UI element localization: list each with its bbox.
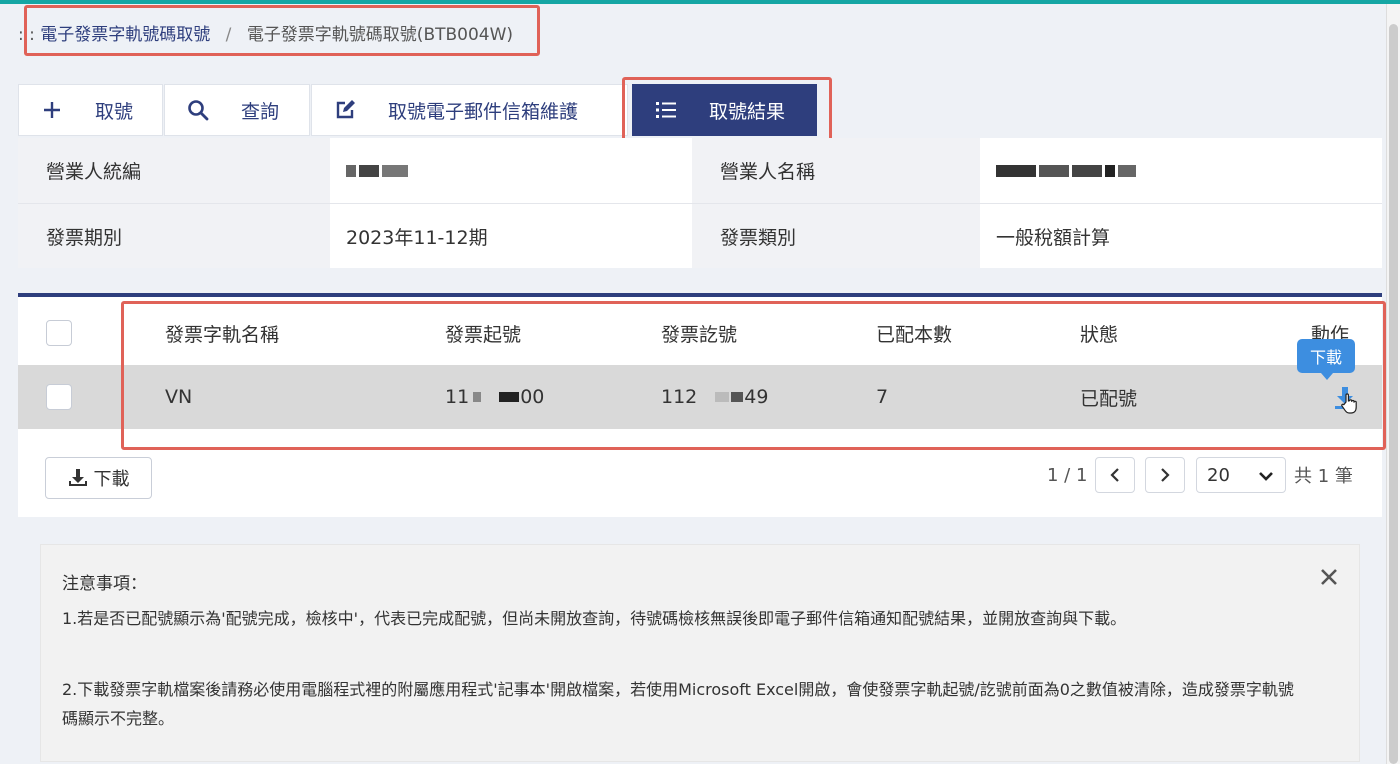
download-icon	[68, 469, 87, 486]
scrollbar[interactable]	[1386, 4, 1400, 764]
column-header-start-number: 發票起號	[445, 323, 522, 346]
tab-query[interactable]: 查詢	[164, 84, 310, 136]
tab-get-number[interactable]: 取號	[18, 84, 163, 136]
row-checkbox[interactable]	[46, 384, 72, 410]
table-header: 發票字軌名稱 發票起號 發票訖號 已配本數 狀態 動作	[18, 301, 1382, 365]
table-footer: 下載 1 / 1 20 共 1 筆	[18, 435, 1382, 517]
results-table-panel: 發票字軌名稱 發票起號 發票訖號 已配本數 狀態 動作 VN 11 00 112…	[18, 293, 1382, 517]
invoice-type-value: 一般稅額計算	[980, 203, 1382, 268]
start-number-cell: 11 00	[445, 365, 544, 429]
close-icon[interactable]	[1319, 567, 1339, 587]
total-count: 共 1 筆	[1294, 466, 1353, 487]
chevron-down-icon	[1259, 472, 1273, 481]
business-name-value	[980, 138, 1382, 203]
tab-email-maintenance-label: 取號電子郵件信箱維護	[388, 100, 579, 123]
booklet-count-cell: 7	[876, 386, 889, 408]
download-tooltip: 下載	[1297, 339, 1355, 380]
table-row: VN 11 00 112 49 7 已配號	[18, 365, 1382, 429]
redaction-mask	[1072, 164, 1102, 177]
redaction-mask	[1105, 164, 1115, 177]
redaction-mask	[346, 164, 356, 177]
plus-icon	[39, 100, 65, 120]
redaction-mask	[996, 164, 1036, 177]
notice-box: 注意事項： 1.若是否已配號顯示為'配號完成，檢核中'，代表已完成配號，但尚未開…	[40, 544, 1360, 762]
tab-results[interactable]: 取號結果	[632, 84, 817, 136]
notice-item-1: 1.若是否已配號顯示為'配號完成，檢核中'，代表已完成配號，但尚未開放查詢，待號…	[62, 609, 1127, 628]
status-cell: 已配號	[1080, 387, 1138, 410]
track-name-cell: VN	[165, 386, 193, 408]
breadcrumb-parent-link[interactable]: 電子發票字軌號碼取號	[40, 25, 210, 45]
column-header-end-number: 發票訖號	[661, 323, 738, 346]
column-header-track-name: 發票字軌名稱	[165, 323, 280, 346]
redaction-mask	[715, 392, 730, 402]
previous-page-button[interactable]	[1095, 457, 1135, 493]
page-size-select[interactable]: 20	[1196, 457, 1286, 493]
end-number-prefix: 112	[661, 386, 698, 408]
breadcrumb-current: 電子發票字軌號碼取號(BTB004W)	[246, 25, 514, 45]
start-number-prefix: 11	[445, 386, 470, 408]
breadcrumb: : : 電子發票字軌號碼取號 / 電子發票字軌號碼取號(BTB004W)	[18, 20, 513, 45]
redaction-mask	[473, 392, 482, 402]
search-icon	[185, 99, 211, 121]
redaction-mask	[731, 392, 744, 402]
select-all-checkbox[interactable]	[46, 320, 72, 346]
tab-get-number-label: 取號	[95, 100, 134, 123]
page-size-value: 20	[1207, 464, 1230, 486]
list-icon	[653, 100, 679, 120]
notice-item-2: 2.下載發票字軌檔案後請務必使用電腦程式裡的附屬應用程式'記事本'開啟檔案，若使…	[62, 680, 1294, 728]
next-page-button[interactable]	[1145, 457, 1185, 493]
tax-id-label: 營業人統編	[18, 138, 330, 203]
end-number-suffix: 49	[744, 386, 769, 408]
download-button[interactable]: 下載	[45, 457, 152, 499]
redaction-mask	[359, 164, 379, 177]
column-header-booklet-count: 已配本數	[876, 323, 953, 346]
edit-icon	[332, 99, 358, 121]
tax-id-value	[330, 138, 692, 203]
breadcrumb-prefix: : :	[18, 25, 35, 45]
taxpayer-info-panel: 營業人統編 營業人名稱 發票期別 2023年11-12期 發票類別 一般稅額計算	[18, 138, 1382, 268]
breadcrumb-separator: /	[225, 25, 232, 45]
invoice-period-label: 發票期別	[18, 203, 330, 268]
redaction-mask	[499, 392, 520, 402]
top-accent-bar	[0, 0, 1400, 4]
download-button-label: 下載	[93, 469, 130, 490]
end-number-cell: 112 49	[661, 365, 768, 429]
row-download-icon[interactable]	[1332, 385, 1358, 414]
business-name-label: 營業人名稱	[692, 138, 980, 203]
redaction-mask	[382, 164, 408, 177]
redaction-mask	[1118, 164, 1136, 177]
start-number-suffix: 00	[520, 386, 545, 408]
chevron-left-icon	[1110, 468, 1119, 482]
tab-email-maintenance[interactable]: 取號電子郵件信箱維護	[311, 84, 628, 136]
page-info: 1 / 1	[1047, 464, 1088, 486]
redaction-mask	[1039, 164, 1069, 177]
invoice-period-value: 2023年11-12期	[330, 203, 692, 268]
scrollbar-thumb[interactable]	[1389, 24, 1398, 764]
notice-title: 注意事項：	[62, 574, 147, 594]
invoice-type-label: 發票類別	[692, 203, 980, 268]
tab-query-label: 查詢	[241, 100, 280, 123]
tab-results-label: 取號結果	[709, 100, 786, 123]
chevron-right-icon	[1161, 468, 1170, 482]
column-header-status: 狀態	[1080, 323, 1119, 346]
